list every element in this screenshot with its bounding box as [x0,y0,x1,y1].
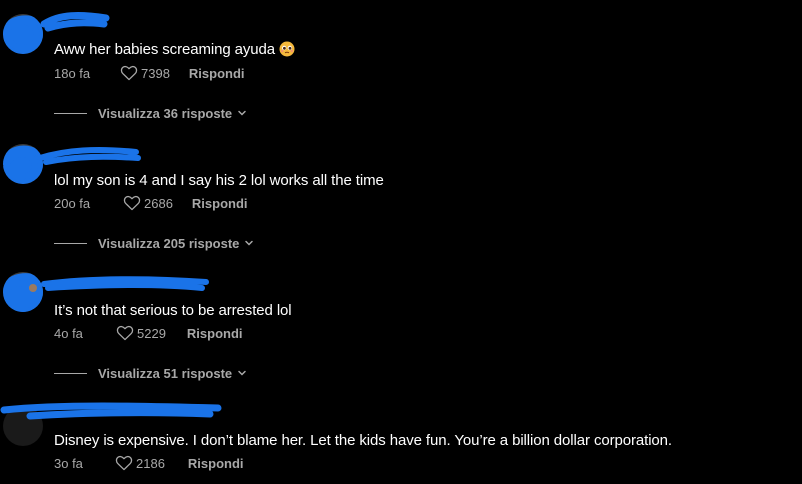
username-redaction [37,147,141,165]
comment-meta: 4o fa 5229 Rispondi [54,324,243,342]
comment-meta: 18o fa 7398 Rispondi [54,64,245,82]
heart-outline-icon [123,195,141,211]
reply-button[interactable]: Rispondi [188,456,244,471]
view-replies-button[interactable]: Visualizza 51 risposte [54,364,247,382]
view-replies-label: Visualizza 51 risposte [98,365,233,381]
divider-line [54,112,87,114]
comment-age: 4o fa [54,325,83,341]
username-redaction [40,12,110,32]
heart-outline-icon [116,325,134,341]
like-button[interactable]: 7398 [120,65,170,81]
avatar[interactable] [3,272,43,312]
like-count: 7398 [141,65,170,81]
username-redaction [41,276,209,291]
like-count: 2686 [144,195,173,211]
redaction-scribble [3,273,43,312]
comment-meta: 3o fa 2186 Rispondi [54,454,244,472]
like-count: 5229 [137,325,166,341]
comment-text: Aww her babies screaming ayuda [54,41,295,58]
reply-button[interactable]: Rispondi [187,326,243,341]
comment-age: 18o fa [54,65,91,81]
reply-button[interactable]: Rispondi [192,196,248,211]
comment-text: Disney is expensive. I don’t blame her. … [54,432,672,449]
like-count: 2186 [136,455,165,471]
like-button[interactable]: 2186 [115,455,165,471]
view-replies-button[interactable]: Visualizza 205 risposte [54,234,254,252]
redaction-scribble [3,15,43,54]
comment-text: It’s not that serious to be arrested lol [54,302,292,319]
avatar[interactable] [3,14,43,54]
comment-age: 3o fa [54,455,83,471]
divider-line [54,372,87,374]
chevron-down-icon [238,370,246,376]
divider-line [54,242,87,244]
heart-outline-icon [115,455,133,471]
pleading-face-emoji [279,41,295,57]
view-replies-label: Visualizza 36 risposte [98,105,233,121]
reply-button[interactable]: Rispondi [189,66,245,81]
view-replies-label: Visualizza 205 risposte [98,235,240,251]
like-button[interactable]: 5229 [116,325,166,341]
heart-outline-icon [120,65,138,81]
chevron-down-icon [238,110,246,116]
like-button[interactable]: 2686 [123,195,173,211]
username-redaction [0,402,222,420]
chevron-down-icon [245,240,254,246]
comment-age: 20o fa [54,195,91,211]
comments-panel: Aww her babies screaming ayuda 18o fa 73… [0,0,802,484]
comment-meta: 20o fa 2686 Rispondi [54,194,248,212]
comment-text: lol my son is 4 and I say his 2 lol work… [54,172,384,189]
view-replies-button[interactable]: Visualizza 36 risposte [54,104,247,122]
